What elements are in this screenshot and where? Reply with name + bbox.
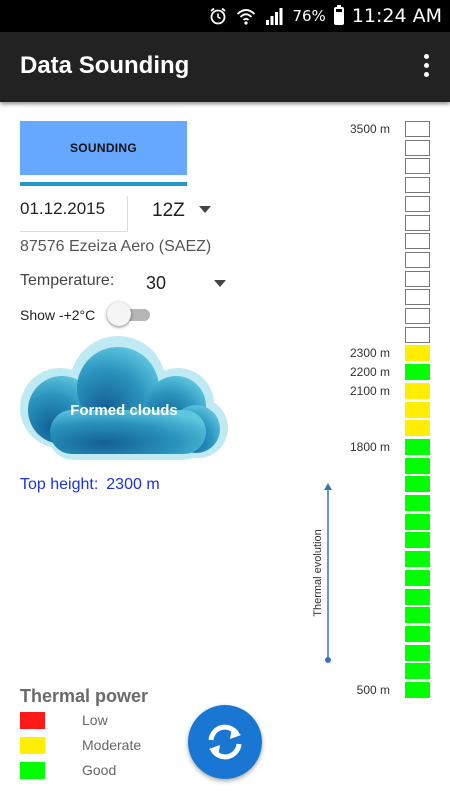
top-height-value: 2300 m [106, 476, 160, 493]
altitude-label: 1800 m [349, 439, 390, 454]
status-icons: 76% 11:24 AM [208, 0, 442, 32]
altitude-cell [405, 438, 430, 455]
signal-icon [266, 8, 283, 25]
wifi-icon [237, 9, 256, 25]
altitude-cell [405, 588, 430, 605]
hour-value: 12Z [152, 200, 185, 221]
altitude-label: 2200 m [349, 365, 390, 380]
alarm-icon [210, 7, 227, 25]
altitude-cell [405, 682, 430, 698]
temperature-label: Temperature: [20, 272, 115, 289]
altitude-cell [405, 121, 430, 137]
refresh-icon [208, 724, 242, 760]
altitude-cell [405, 270, 430, 287]
altitude-cell [405, 326, 430, 343]
show-range-label: Show -+2°C [20, 307, 96, 323]
legend-label-good: Good [82, 762, 117, 778]
altitude-label: 3500 m [349, 122, 390, 136]
altitude-cell [405, 233, 430, 250]
hour-dropdown-arrow-icon[interactable] [199, 206, 211, 213]
altitude-cell [405, 625, 430, 642]
show-range-toggle[interactable] [107, 302, 131, 326]
legend-title: Thermal power [20, 686, 149, 706]
altitude-label: 2100 m [349, 383, 390, 398]
altitude-cell [405, 289, 430, 306]
clock: 11:24 AM [351, 5, 442, 27]
altitude-cell [405, 569, 430, 586]
cloud-label: Formed clouds [70, 402, 178, 419]
altitude-cell [405, 139, 430, 156]
altitude-cell [405, 476, 430, 493]
thermal-evolution-label: Thermal evolution [312, 529, 324, 617]
hour-select[interactable]: 12Z [152, 200, 214, 226]
top-height: Top height: 2300 m [20, 476, 160, 494]
altitude-cell [405, 251, 430, 268]
altitude-cell [405, 364, 430, 381]
altitude-cell [405, 607, 430, 624]
refresh-button[interactable] [188, 705, 262, 779]
altitude-cell [405, 158, 430, 175]
altitude-cell [405, 345, 430, 362]
altitude-cell [405, 177, 430, 194]
legend-label-low: Low [82, 712, 108, 728]
altitude-cell [405, 420, 430, 437]
altitude-cell [405, 663, 430, 680]
altitude-label: 500 m [356, 683, 390, 697]
altitude-cell [405, 214, 430, 231]
altitude-cell [405, 382, 430, 399]
altitude-cell [405, 513, 430, 530]
overflow-menu-icon[interactable] [422, 54, 430, 80]
temperature-select[interactable]: 30 [146, 273, 166, 294]
top-height-label: Top height: [20, 476, 99, 493]
legend-swatch-good [20, 762, 45, 779]
status-bar: 76% 11:24 AM [0, 0, 450, 32]
battery-percent: 76% [292, 7, 326, 25]
tab-sounding[interactable]: SOUNDING [20, 121, 187, 175]
altitude-cell [405, 551, 430, 568]
altitude-label: 2300 m [349, 346, 390, 361]
altitude-cell [405, 195, 430, 212]
battery-level [335, 12, 342, 23]
station-name: 87576 Ezeiza Aero (SAEZ) [20, 238, 212, 255]
temperature-dropdown-arrow-icon[interactable] [214, 280, 226, 287]
legend-swatch-moderate [20, 737, 45, 754]
cloud-icon [20, 336, 228, 460]
altitude-cell [405, 495, 430, 511]
altitude-cell [405, 308, 430, 324]
legend-swatch-low [20, 712, 45, 729]
tab-indicator [20, 182, 187, 186]
app-bar: Data Sounding [0, 32, 450, 102]
legend-label-moderate: Moderate [82, 737, 142, 753]
battery-icon [333, 5, 344, 25]
altitude-cell [405, 401, 430, 418]
altitude-cell [405, 644, 430, 661]
date-field[interactable]: 01.12.2015 [20, 196, 128, 232]
altitude-cell [405, 532, 430, 549]
app-title: Data Sounding [20, 52, 190, 79]
altitude-cell [405, 457, 430, 474]
